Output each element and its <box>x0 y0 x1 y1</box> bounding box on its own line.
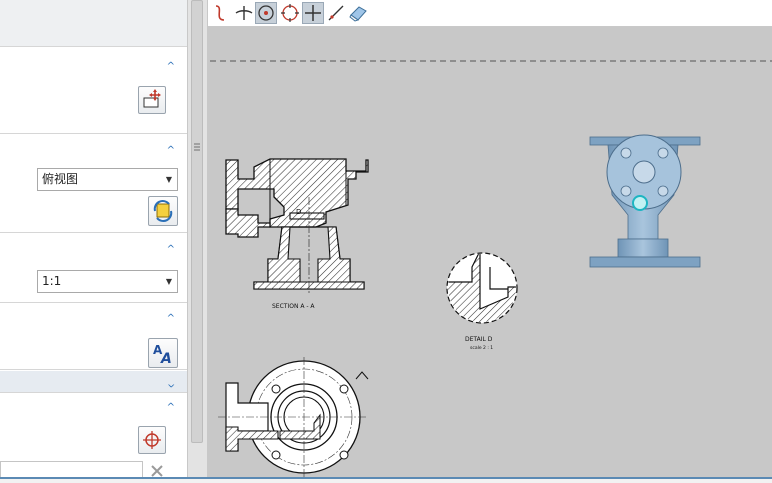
collapse-chevron-icon[interactable]: ^ <box>167 314 175 324</box>
drawing-canvas[interactable]: D SECTION A - A DETAIL D scale 2 : 1 <box>208 27 772 477</box>
status-bar <box>0 477 772 483</box>
panel-section-top <box>0 0 187 47</box>
properties-panel: ^ ^ 俯视图 ▼ ^ 1:1 ▼ ^ A A ^ ^ <box>0 0 187 483</box>
circle-quadrant-icon <box>281 4 299 22</box>
panel-section-scale: ^ 1:1 ▼ <box>0 236 187 303</box>
view-orientation-select[interactable]: 俯视图 ▼ <box>37 168 178 191</box>
drafting-window: ^ ^ 俯视图 ▼ ^ 1:1 ▼ ^ A A ^ ^ D SECTION A … <box>0 0 772 483</box>
detail-marker-label: D <box>296 208 301 216</box>
line-tool-icon <box>328 5 344 21</box>
svg-text:A: A <box>160 351 172 367</box>
dropdown-arrow-icon: ▼ <box>165 277 172 286</box>
origin-point-icon <box>143 431 161 449</box>
panel-section-move: ^ <box>0 54 187 134</box>
panel-section-collapsed[interactable]: ^ <box>0 371 187 393</box>
crosshair-icon <box>305 5 321 21</box>
perpendicular-tool-button[interactable] <box>233 2 255 24</box>
curve-tool-button[interactable] <box>210 2 232 24</box>
text-style-button[interactable]: A A <box>148 338 178 368</box>
circle-center-icon <box>258 5 274 21</box>
scale-select[interactable]: 1:1 ▼ <box>37 270 178 293</box>
section-view[interactable]: D SECTION A - A <box>225 158 369 310</box>
collapse-chevron-icon[interactable]: ^ <box>167 146 175 156</box>
eraser-tool-button[interactable] <box>347 2 369 24</box>
panel-scrollbar-thumb[interactable] <box>191 0 203 443</box>
detail-label: DETAIL D <box>465 336 493 343</box>
eraser-icon <box>349 6 367 22</box>
dropdown-arrow-icon: ▼ <box>165 175 172 184</box>
circle-center-button[interactable] <box>255 2 277 24</box>
perpendicular-tool-icon <box>235 6 253 20</box>
circle-quadrant-button[interactable] <box>279 2 301 24</box>
collapse-chevron-icon[interactable]: ^ <box>167 403 175 413</box>
origin-point-button[interactable] <box>138 426 166 454</box>
move-view-button[interactable] <box>138 86 166 114</box>
view-orientation-value: 俯视图 <box>42 172 79 186</box>
detail-scale-label: scale 2 : 1 <box>470 345 493 351</box>
expand-chevron-icon[interactable]: ^ <box>167 377 175 388</box>
panel-section-text: ^ A A <box>0 306 187 370</box>
panel-section-origin: ^ <box>0 395 187 457</box>
curve-tool-icon <box>215 5 225 21</box>
grip-icon <box>194 143 200 151</box>
text-style-icon: A A <box>153 343 172 367</box>
move-view-icon <box>143 89 161 108</box>
top-view[interactable] <box>218 357 369 477</box>
panel-section-view: ^ 俯视图 ▼ <box>0 137 187 233</box>
drawing-sheet: D SECTION A - A DETAIL D scale 2 : 1 <box>210 60 772 477</box>
collapse-chevron-icon[interactable]: ^ <box>167 62 175 72</box>
section-label: SECTION A - A <box>272 303 315 310</box>
crosshair-button[interactable] <box>302 2 324 24</box>
snap-toolbar <box>208 0 772 27</box>
collapse-chevron-icon[interactable]: ^ <box>167 245 175 255</box>
refresh-view-icon <box>153 200 173 222</box>
refresh-view-button[interactable] <box>148 196 178 226</box>
line-tool-button[interactable] <box>325 2 347 24</box>
detail-view[interactable]: DETAIL D scale 2 : 1 <box>444 251 526 351</box>
isometric-model-view[interactable] <box>589 134 701 268</box>
scale-value: 1:1 <box>42 274 62 288</box>
